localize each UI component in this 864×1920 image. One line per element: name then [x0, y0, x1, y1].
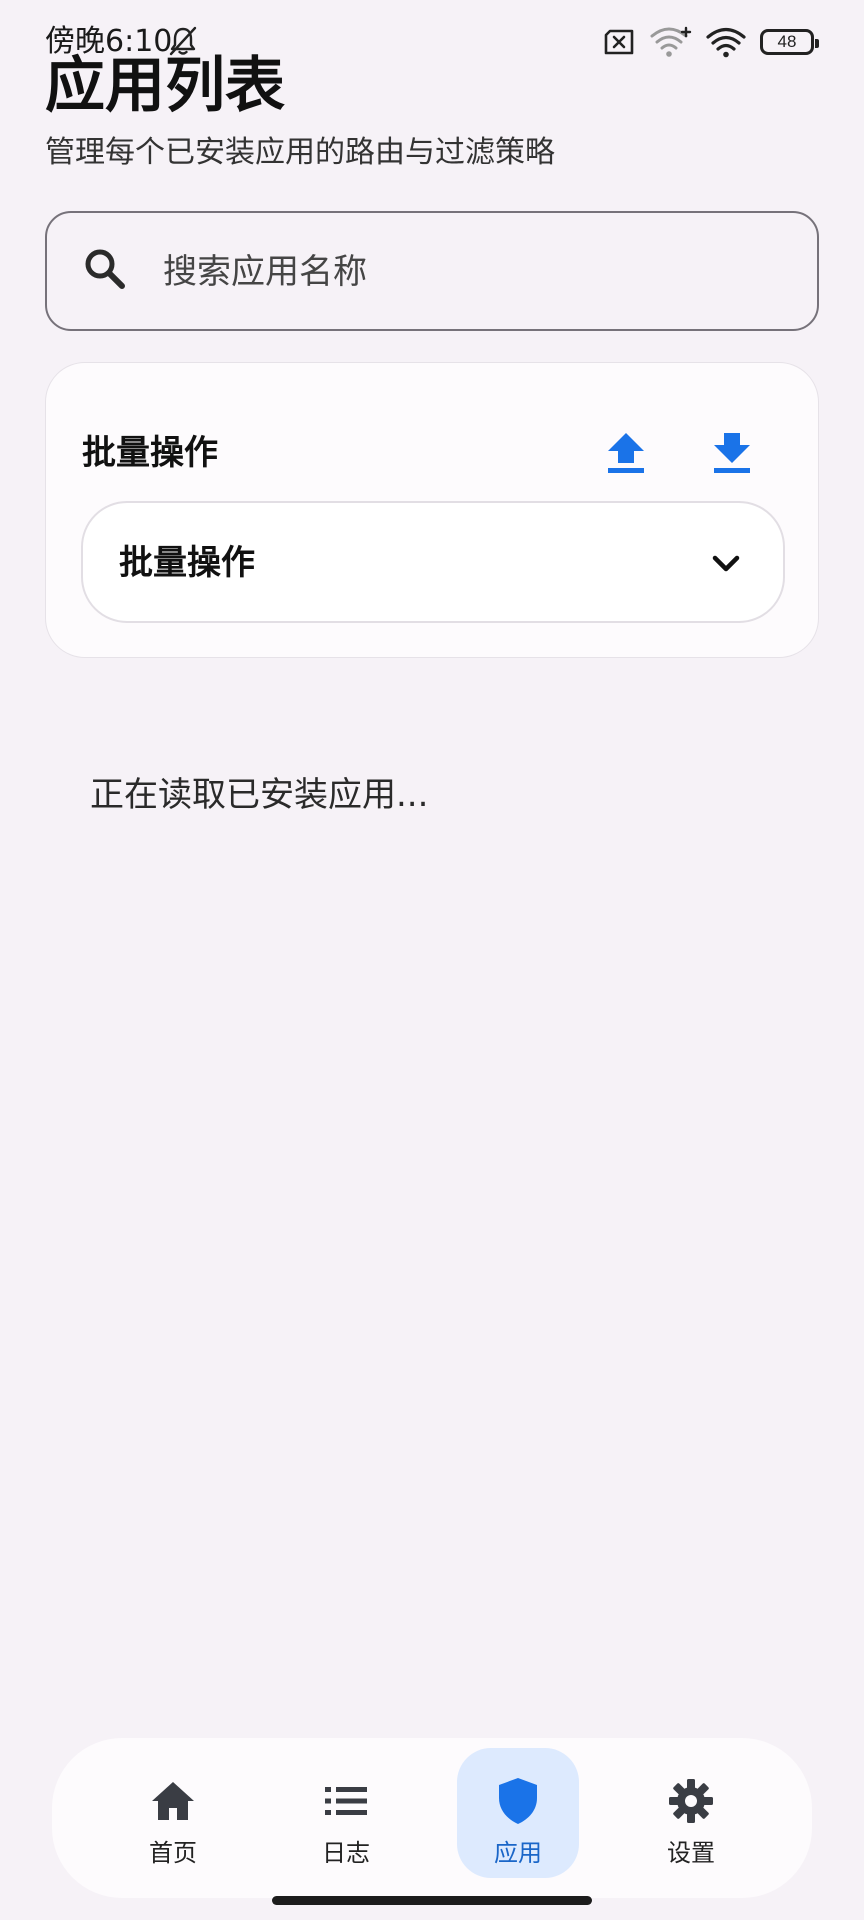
bottom-navigation: 首页 日志 应用 设置	[52, 1738, 812, 1898]
gear-icon	[669, 1779, 713, 1823]
batch-operation-card: 批量操作 批量操作	[45, 362, 819, 658]
battery-level: 48	[777, 32, 797, 51]
page-subtitle: 管理每个已安装应用的路由与过滤策略	[45, 135, 555, 170]
nav-item-settings[interactable]: 设置	[630, 1748, 752, 1878]
upload-button[interactable]	[596, 423, 656, 483]
wifi-icon	[706, 27, 746, 58]
batch-operation-dropdown[interactable]: 批量操作	[81, 501, 785, 623]
page-title: 应用列表	[45, 51, 285, 121]
chevron-down-icon	[712, 555, 740, 572]
home-indicator	[272, 1896, 592, 1905]
upload-icon	[608, 433, 644, 473]
wifi-icon	[650, 26, 692, 57]
download-button[interactable]	[702, 423, 762, 483]
nav-label-settings: 设置	[667, 1839, 715, 1867]
nav-item-logs[interactable]: 日志	[285, 1748, 407, 1878]
search-input[interactable]	[161, 213, 785, 330]
status-icons: 48	[602, 24, 819, 60]
search-icon	[85, 249, 125, 289]
nav-label-home: 首页	[149, 1839, 197, 1867]
app-screen: 傍晚6:10 48 应用列表 管理每个已安装应用的路由与过滤策略 搜索应用名称 …	[0, 0, 864, 1920]
battery-indicator: 48	[760, 29, 819, 55]
batch-card-title: 批量操作	[82, 433, 218, 473]
download-icon	[714, 433, 750, 473]
batch-dropdown-value: 批量操作	[119, 543, 255, 583]
shield-icon	[499, 1778, 537, 1824]
nav-item-home[interactable]: 首页	[112, 1748, 234, 1878]
loading-text: 正在读取已安装应用...	[90, 775, 429, 815]
nav-label-apps: 应用	[494, 1839, 542, 1867]
nav-item-apps[interactable]: 应用	[457, 1748, 579, 1878]
sim-off-icon	[604, 29, 634, 55]
list-icon	[325, 1787, 367, 1815]
search-box[interactable]	[45, 211, 819, 331]
home-icon	[152, 1782, 194, 1820]
nav-label-logs: 日志	[322, 1839, 370, 1867]
